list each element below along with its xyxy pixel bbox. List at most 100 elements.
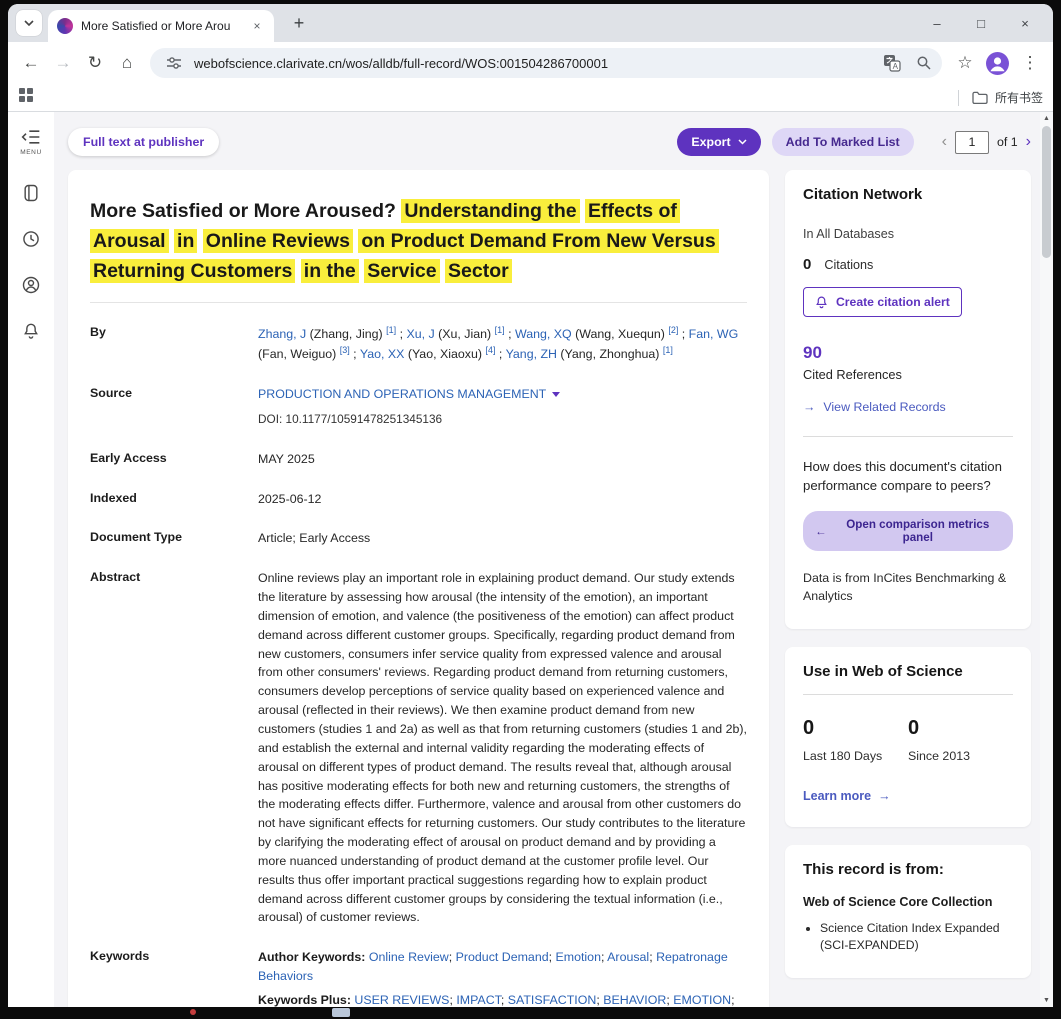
field-row-source: Source PRODUCTION AND OPERATIONS MANAGEM… (90, 385, 747, 429)
bookmark-star-icon[interactable]: ☆ (950, 48, 980, 78)
author-link[interactable]: Zhang, J (258, 327, 306, 341)
open-comparison-panel-button[interactable]: ← Open comparison metrics panel (803, 511, 1013, 551)
next-record-icon[interactable]: › (1026, 133, 1031, 151)
profile-avatar[interactable] (985, 51, 1010, 76)
in-all-databases-label: In All Databases (803, 227, 1013, 241)
site-settings-icon[interactable] (162, 51, 186, 75)
translate-icon[interactable]: A (880, 51, 904, 75)
cited-references-count[interactable]: 90 (803, 343, 822, 363)
url-text[interactable]: webofscience.clarivate.cn/wos/alldb/full… (194, 56, 872, 71)
scrollbar-thumb[interactable] (1042, 126, 1051, 258)
page-scrollbar[interactable]: ▲ ▼ (1040, 112, 1053, 1007)
author-link[interactable]: Yao, XX (360, 347, 405, 361)
menu-label: MENU (20, 149, 42, 156)
collapse-menu-icon (21, 128, 41, 146)
maximize-button[interactable]: □ (959, 7, 1003, 39)
keyword-link[interactable]: Arousal (607, 950, 649, 964)
journal-caret-icon[interactable] (552, 392, 560, 397)
keywords-plus-label: Keywords Plus: (258, 993, 351, 1007)
author-link[interactable]: Xu, J (406, 327, 434, 341)
keyword-link[interactable]: EMOTION (673, 993, 731, 1007)
usage-divider (803, 694, 1013, 695)
author-affiliation-sup[interactable]: [1] (386, 325, 396, 335)
author-affiliation-sup[interactable]: [3] (340, 345, 350, 355)
chevron-down-icon (738, 139, 747, 145)
keyword-link[interactable]: SATISFACTION (508, 993, 597, 1007)
citation-card-divider (803, 436, 1013, 437)
tab-close-icon[interactable]: × (249, 18, 265, 34)
indexed-value: 2025-06-12 (258, 490, 747, 509)
forward-button[interactable]: → (48, 48, 78, 78)
page-total-label: of 1 (997, 135, 1018, 149)
keyword-link[interactable]: Product Demand (456, 950, 549, 964)
profile-icon[interactable] (20, 274, 42, 296)
author-affiliation-sup[interactable]: [4] (485, 345, 495, 355)
bell-icon (815, 295, 828, 309)
create-citation-alert-label: Create citation alert (836, 295, 950, 309)
usage-title: Use in Web of Science (803, 663, 1013, 680)
create-citation-alert-button[interactable]: Create citation alert (803, 287, 962, 317)
journals-icon[interactable] (20, 182, 42, 204)
folder-icon (972, 91, 988, 105)
previous-record-icon[interactable]: ‹ (942, 133, 947, 151)
doi-text: DOI: 10.1177/10591478251345136 (258, 411, 747, 429)
keyword-link[interactable]: BEHAVIOR (603, 993, 666, 1007)
menu-toggle[interactable]: MENU (20, 128, 42, 156)
keyword-link[interactable]: USER REVIEWS (354, 993, 449, 1007)
compare-question-text: How does this document's citation perfor… (803, 457, 1013, 495)
alerts-bell-icon[interactable] (20, 320, 42, 342)
chevron-down-icon (24, 20, 34, 26)
keyword-link[interactable]: Online Review (369, 950, 449, 964)
back-button[interactable]: ← (16, 48, 46, 78)
citations-count: 0 (803, 256, 811, 273)
scroll-up-icon[interactable]: ▲ (1043, 115, 1050, 122)
author-affiliation-sup[interactable]: [1] (495, 325, 505, 335)
apps-grid-icon[interactable] (18, 87, 34, 108)
reload-button[interactable]: ↻ (80, 48, 110, 78)
author-affiliation-sup[interactable]: [1] (663, 345, 673, 355)
minimize-button[interactable]: – (915, 7, 959, 39)
keyword-link[interactable]: Emotion (556, 950, 601, 964)
field-row-by: By Zhang, J (Zhang, Jing) [1] ; Xu, J (X… (90, 324, 747, 364)
all-bookmarks[interactable]: 所有书签 (958, 89, 1043, 106)
scroll-down-icon[interactable]: ▼ (1043, 997, 1050, 1004)
title-highlight: on Product Demand From New Versus (358, 229, 718, 253)
full-text-button[interactable]: Full text at publisher (68, 128, 219, 156)
app-rail: MENU (8, 112, 54, 1007)
view-related-records-link[interactable]: → View Related Records (803, 400, 1013, 414)
taskbar-icon (332, 1008, 350, 1017)
title-highlight: Online Reviews (203, 229, 353, 253)
taskbar-red-dot (190, 1009, 196, 1015)
title-highlight: Effects of (585, 199, 680, 223)
export-label: Export (691, 135, 730, 149)
usage-card: Use in Web of Science 0 Last 180 Days 0 … (785, 647, 1031, 827)
citations-row: 0 Citations (803, 256, 1013, 273)
browser-menu-icon[interactable]: ⋮ (1015, 48, 1045, 78)
authors-list: Zhang, J (Zhang, Jing) [1] ; Xu, J (Xu, … (258, 324, 747, 364)
browser-tab[interactable]: More Satisfied or More Arou × (48, 10, 274, 42)
close-button[interactable]: × (1003, 7, 1047, 39)
author-link[interactable]: Fan, WG (689, 327, 739, 341)
export-button[interactable]: Export (677, 128, 760, 156)
all-bookmarks-label: 所有书签 (995, 89, 1043, 106)
page-number-input[interactable] (955, 131, 989, 154)
arrow-right-icon: → (803, 400, 815, 414)
add-to-marked-list-button[interactable]: Add To Marked List (772, 128, 914, 156)
tab-search-button[interactable] (16, 10, 42, 36)
author-link[interactable]: Wang, XQ (515, 327, 572, 341)
address-bar[interactable]: webofscience.clarivate.cn/wos/alldb/full… (150, 48, 942, 78)
home-button[interactable]: ⌂ (112, 48, 142, 78)
new-tab-button[interactable]: + (286, 10, 312, 36)
learn-more-link[interactable]: Learn more → (803, 789, 1013, 803)
record-pager: ‹ of 1 › (942, 131, 1031, 154)
author-affiliation-sup[interactable]: [2] (668, 325, 678, 335)
history-icon[interactable] (20, 228, 42, 250)
keyword-link[interactable]: IMPACT (456, 993, 501, 1007)
search-icon[interactable] (912, 51, 936, 75)
field-row-keywords: Keywords Author Keywords: Online Review;… (90, 948, 747, 1007)
field-label: By (90, 324, 258, 364)
title-highlight: Sector (445, 259, 512, 283)
journal-link[interactable]: PRODUCTION AND OPERATIONS MANAGEMENT (258, 385, 546, 404)
author-link[interactable]: Yang, ZH (506, 347, 557, 361)
usage-since-2013: 0 Since 2013 (908, 717, 1013, 763)
